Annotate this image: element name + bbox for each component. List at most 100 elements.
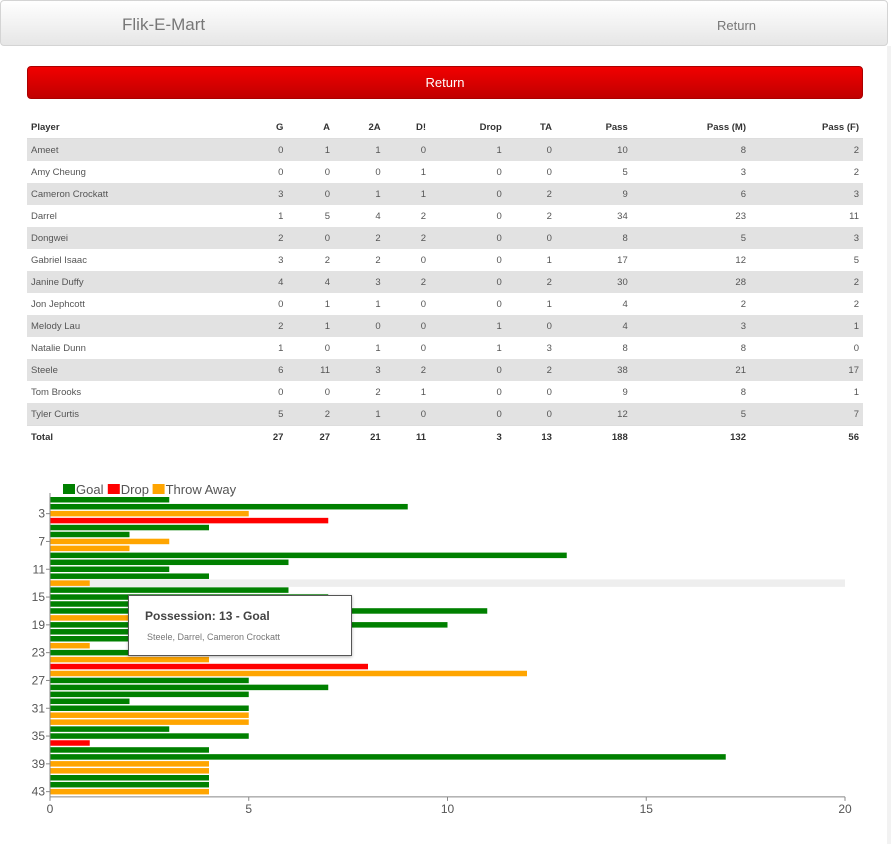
brand-link[interactable]: Flik-E-Mart — [122, 15, 205, 35]
bar — [50, 559, 289, 566]
bar — [50, 691, 249, 698]
stat-cell: 1 — [505, 293, 556, 315]
bar — [50, 517, 329, 524]
bar — [50, 531, 130, 538]
bar — [50, 747, 209, 753]
total-cell: 27 — [287, 425, 335, 448]
stat-cell: 1 — [750, 315, 863, 337]
stat-cell: 2 — [505, 183, 556, 205]
nav-return-link[interactable]: Return — [717, 18, 756, 33]
stat-cell: 3 — [505, 337, 556, 359]
stat-cell: 0 — [505, 227, 556, 249]
total-cell: 3 — [430, 425, 506, 448]
stat-cell: 1 — [505, 249, 556, 271]
bar — [50, 656, 209, 663]
stat-cell: 0 — [430, 205, 506, 227]
bar — [50, 580, 90, 586]
stat-cell: 2 — [750, 293, 863, 315]
stat-cell: 2 — [240, 315, 288, 337]
stat-cell: 6 — [631, 183, 750, 205]
stat-cell: 2 — [287, 403, 335, 426]
stat-cell: 9 — [555, 183, 632, 205]
stat-cell: 0 — [505, 403, 556, 426]
stat-cell: 0 — [384, 403, 430, 426]
player-name-cell: Jon Jephcott — [27, 293, 241, 315]
stat-cell: 5 — [631, 403, 750, 426]
table-row: Tom Brooks 0 0 2 1 0 0 9 8 1 — [27, 381, 863, 403]
stat-cell: 5 — [240, 403, 288, 426]
total-cell: 188 — [555, 425, 632, 448]
stat-cell: 2 — [505, 271, 556, 293]
stat-cell: 1 — [430, 337, 506, 359]
stat-cell: 2 — [240, 227, 288, 249]
bar — [50, 698, 130, 705]
stat-cell: 0 — [287, 161, 335, 183]
stat-cell: 0 — [430, 227, 506, 249]
stat-cell: 3 — [631, 161, 750, 183]
player-name-cell: Tom Brooks — [27, 381, 241, 403]
player-name-cell: Janine Duffy — [27, 271, 241, 293]
x-tick-label: 20 — [838, 802, 852, 816]
stat-cell: 3 — [631, 315, 750, 337]
stat-cell: 21 — [631, 359, 750, 381]
column-header: D! — [384, 117, 430, 139]
column-header: 2A — [334, 117, 385, 139]
table-row: Tyler Curtis 5 2 1 0 0 0 12 5 7 — [27, 403, 863, 426]
stat-cell: 8 — [631, 138, 750, 161]
legend-swatch — [152, 484, 165, 494]
stat-cell: 0 — [287, 227, 335, 249]
stat-cell: 0 — [430, 381, 506, 403]
stat-cell: 12 — [631, 249, 750, 271]
stat-cell: 38 — [555, 359, 632, 381]
stat-cell: 2 — [505, 205, 556, 227]
stat-cell: 8 — [631, 337, 750, 359]
stat-cell: 1 — [334, 337, 385, 359]
stat-cell: 11 — [287, 359, 335, 381]
stat-cell: 0 — [334, 315, 385, 337]
stat-cell: 0 — [240, 381, 288, 403]
stat-cell: 0 — [384, 249, 430, 271]
stat-cell: 2 — [287, 249, 335, 271]
bar — [50, 670, 527, 677]
y-tick-label: 35 — [32, 729, 46, 743]
table-row: Melody Lau 2 1 0 0 1 0 4 3 1 — [27, 315, 863, 337]
table-row: Darrel 1 5 4 2 0 2 34 23 11 — [27, 205, 863, 227]
bar — [50, 733, 249, 739]
stat-cell: 4 — [555, 293, 632, 315]
table-row: Dongwei 2 0 2 2 0 0 8 5 3 — [27, 227, 863, 249]
bar — [50, 663, 368, 670]
table-header-row: Player G A 2A D! Drop TA Pass Pass (M) Pass (F) — [27, 117, 863, 139]
bar — [50, 684, 329, 691]
x-tick-label: 15 — [640, 802, 654, 816]
stat-cell: 17 — [750, 359, 863, 381]
return-button[interactable]: Return — [27, 66, 863, 99]
stat-cell: 1 — [384, 183, 430, 205]
stat-cell: 1 — [750, 381, 863, 403]
total-cell: 11 — [384, 425, 430, 448]
stat-cell: 4 — [334, 205, 385, 227]
total-cell: 27 — [240, 425, 288, 448]
stat-cell: 0 — [334, 161, 385, 183]
stat-cell: 3 — [240, 249, 288, 271]
stat-cell: 23 — [631, 205, 750, 227]
column-header: TA — [505, 117, 556, 139]
bar — [50, 788, 209, 795]
stat-cell: 0 — [505, 315, 556, 337]
bar — [50, 566, 170, 572]
column-header: Player — [27, 117, 241, 139]
table-row: Ameet 0 1 1 0 1 0 10 8 2 — [27, 138, 863, 161]
stat-cell: 1 — [334, 293, 385, 315]
stat-cell: 1 — [430, 315, 506, 337]
stat-cell: 1 — [334, 183, 385, 205]
bar — [50, 677, 249, 684]
bar — [50, 754, 726, 760]
player-stats-table: Player G A 2A D! Drop TA Pass Pass (M) Pass (F) A… — [27, 117, 863, 448]
chart-tooltip: Possession: 13 - Goal Steele, Darrel, Ca… — [128, 595, 352, 656]
stat-cell: 0 — [384, 293, 430, 315]
stat-cell: 2 — [631, 293, 750, 315]
x-tick-label: 0 — [47, 802, 54, 816]
column-header: A — [287, 117, 335, 139]
bar — [50, 510, 249, 517]
stat-cell: 1 — [287, 138, 335, 161]
stat-cell: 8 — [555, 227, 632, 249]
